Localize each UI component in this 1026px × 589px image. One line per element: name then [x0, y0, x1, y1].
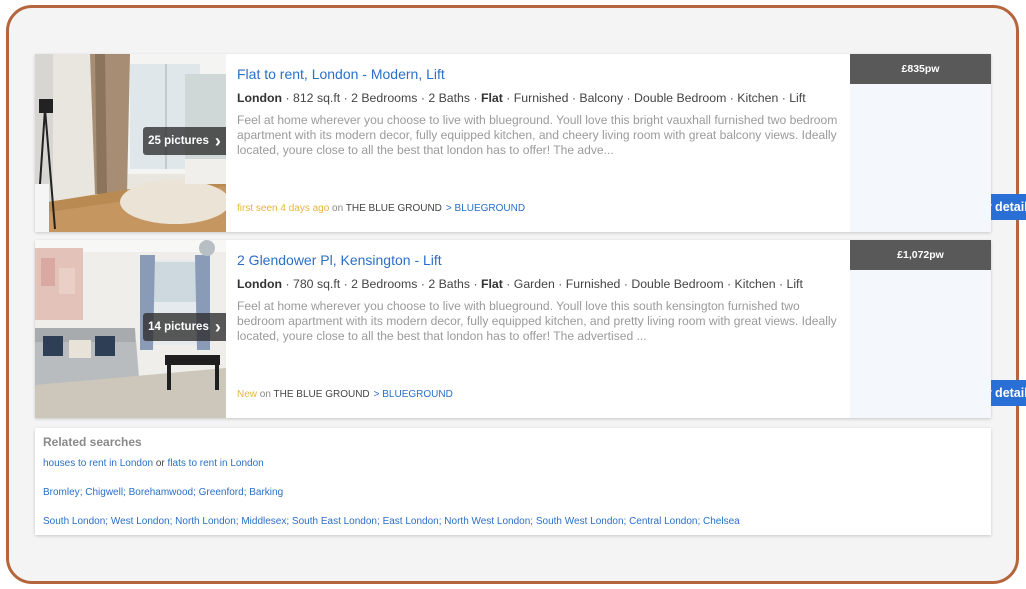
related-line-areas: South London; West London; North London;…	[43, 516, 740, 527]
or-label: or	[153, 458, 168, 469]
picture-count-label: 25 pictures	[148, 135, 209, 147]
new-label: New	[237, 389, 258, 400]
related-link[interactable]: Barking	[249, 487, 283, 498]
listing-area: · 812 sq.ft · 2 Bedrooms · 2 Baths ·	[282, 91, 481, 105]
listing-source: first seen 4 days ago on THE BLUE GROUND…	[237, 203, 525, 214]
listing-specs: London · 812 sq.ft · 2 Bedrooms · 2 Bath…	[237, 91, 806, 105]
related-link[interactable]: South London	[43, 516, 105, 527]
related-line-type: houses to rent in London or flats to ren…	[43, 458, 264, 469]
sub-agent-name[interactable]: > BLUEGROUND	[446, 203, 525, 214]
listing-description: Feel at home wherever you choose to live…	[237, 299, 837, 343]
related-link[interactable]: houses to rent in London	[43, 458, 153, 469]
first-seen-label: first seen 4 days ago	[237, 203, 330, 214]
picture-count-badge[interactable]: 14 pictures ›	[143, 313, 226, 341]
related-link[interactable]: Borehamwood	[129, 487, 193, 498]
listing-source: New on THE BLUE GROUND > BLUEGROUND	[237, 389, 453, 400]
on-label: on	[329, 203, 346, 214]
related-link[interactable]: East London	[383, 516, 439, 527]
related-link[interactable]: West London	[111, 516, 170, 527]
listing-features: · Furnished · Balcony · Double Bedroom ·…	[502, 91, 806, 105]
listing-description: Feel at home wherever you choose to live…	[237, 113, 838, 157]
listing-title[interactable]: Flat to rent, London - Modern, Lift	[237, 66, 445, 82]
listing-area: · 780 sq.ft · 2 Bedrooms · 2 Baths ·	[282, 277, 481, 291]
chevron-right-icon: ›	[214, 131, 221, 151]
on-label: on	[257, 389, 274, 400]
listing-card: 14 pictures › 2 Glendower Pl, Kensington…	[35, 240, 1026, 418]
related-link[interactable]: Central London	[629, 516, 697, 527]
agent-name[interactable]: THE BLUE GROUND	[346, 203, 442, 214]
picture-count-label: 14 pictures	[148, 321, 209, 333]
listing-features: · Garden · Furnished · Double Bedroom · …	[502, 277, 803, 291]
listing-photo[interactable]: 14 pictures ›	[35, 240, 226, 418]
related-link[interactable]: Chelsea	[703, 516, 740, 527]
listing-location: London	[237, 91, 283, 105]
price-column: £1,072pw	[850, 240, 991, 418]
listing-type: Flat	[480, 91, 503, 105]
related-link[interactable]: South East London	[292, 516, 377, 527]
related-link[interactable]: South West London	[536, 516, 624, 527]
related-line-towns: Bromley; Chigwell; Borehamwood; Greenfor…	[43, 487, 283, 498]
listing-card: 25 pictures › Flat to rent, London - Mod…	[35, 54, 1026, 232]
listing-photo[interactable]: 25 pictures ›	[35, 54, 226, 232]
chevron-right-icon: ›	[214, 317, 221, 337]
price-badge: £1,072pw	[850, 240, 991, 270]
agent-name[interactable]: THE BLUE GROUND	[274, 389, 370, 400]
price-column: £835pw	[850, 54, 991, 232]
listing-body: 2 Glendower Pl, Kensington - Lift London…	[237, 240, 1026, 418]
related-link[interactable]: Greenford	[199, 487, 244, 498]
related-link[interactable]: Chigwell	[85, 487, 123, 498]
related-searches: Related searches houses to rent in Londo…	[35, 428, 991, 535]
listing-title[interactable]: 2 Glendower Pl, Kensington - Lift	[237, 252, 442, 268]
price-badge: £835pw	[850, 54, 991, 84]
picture-count-badge[interactable]: 25 pictures ›	[143, 127, 226, 155]
related-link[interactable]: Bromley	[43, 487, 80, 498]
listing-type: Flat	[480, 277, 503, 291]
listing-body: Flat to rent, London - Modern, Lift Lond…	[237, 54, 1026, 232]
related-heading: Related searches	[43, 435, 142, 449]
sub-agent-name[interactable]: > BLUEGROUND	[374, 389, 453, 400]
listing-location: London	[237, 277, 283, 291]
related-link[interactable]: North West London	[444, 516, 530, 527]
listing-specs: London · 780 sq.ft · 2 Bedrooms · 2 Bath…	[237, 277, 803, 291]
related-link[interactable]: Middlesex	[241, 516, 286, 527]
related-link[interactable]: North London	[175, 516, 236, 527]
related-link[interactable]: flats to rent in London	[168, 458, 264, 469]
